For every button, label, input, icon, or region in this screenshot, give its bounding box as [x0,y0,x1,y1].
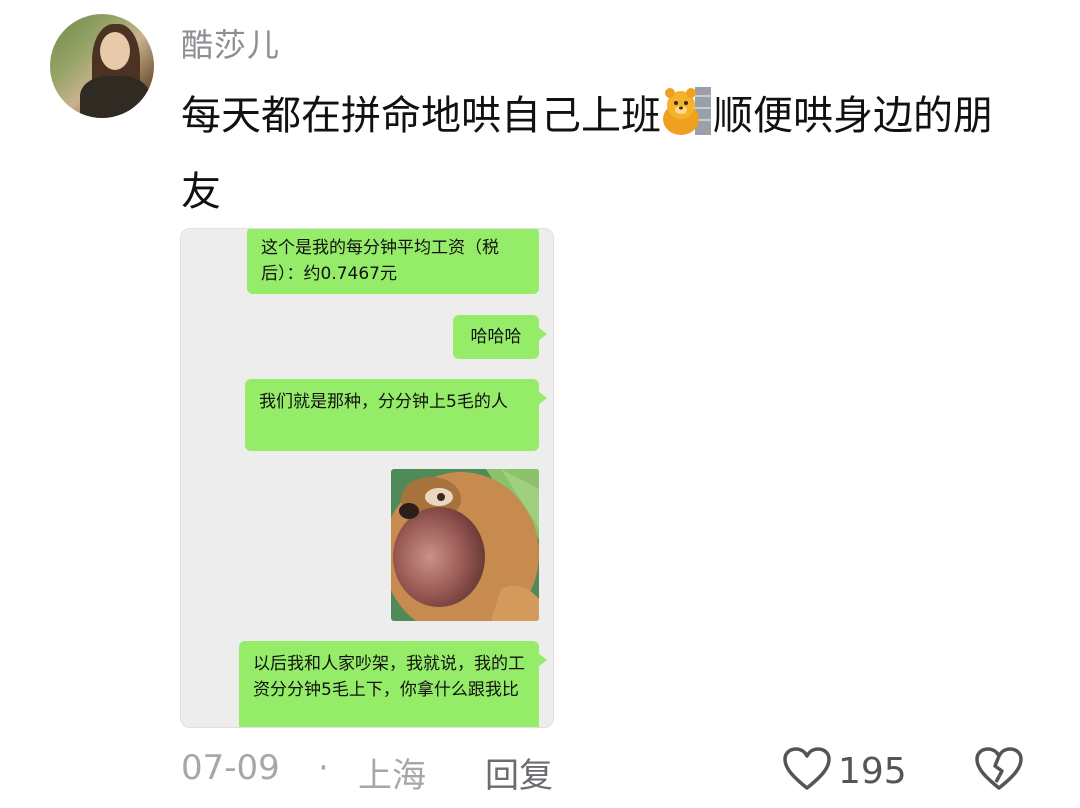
avatar-body [80,76,150,118]
comment-location: 上海 [358,756,426,796]
dislike-button[interactable] [974,746,1024,796]
meta-separator: · [318,748,329,788]
bear-at-wall-emoji-icon [661,85,713,137]
heart-outline-icon [782,746,832,796]
comment-text-part1: 每天都在拼命地哄自己上班 [181,93,661,139]
reply-button[interactable]: 回复 [485,748,553,797]
chat-bubble-2: 哈哈哈 [453,315,547,359]
chat-screenshot-image[interactable]: 这个是我的每分钟平均工资（税后）：约0.7467元 哈哈哈 我们就是那种，分分钟… [180,228,554,728]
bear-face-sticker [391,469,539,621]
avatar[interactable] [50,14,154,118]
chat-bubble-3: 我们就是那种，分分钟上5毛的人 [245,379,547,451]
broken-heart-icon [974,747,1024,796]
username[interactable]: 酷莎儿 [181,20,280,66]
chat-bubble-1: 这个是我的每分钟平均工资（税后）：约0.7467元 [247,229,539,294]
comment-date: 07-09 [181,748,280,788]
like-count: 195 [838,750,907,792]
chat-bubble-4: 以后我和人家吵架，我就说，我的工资分分钟5毛上下，你拿什么跟我比 [239,641,547,727]
avatar-face [100,32,130,70]
like-button[interactable]: 195 [782,746,907,796]
comment-text: 每天都在拼命地哄自己上班 顺便哄身边的朋友 [181,78,1021,230]
